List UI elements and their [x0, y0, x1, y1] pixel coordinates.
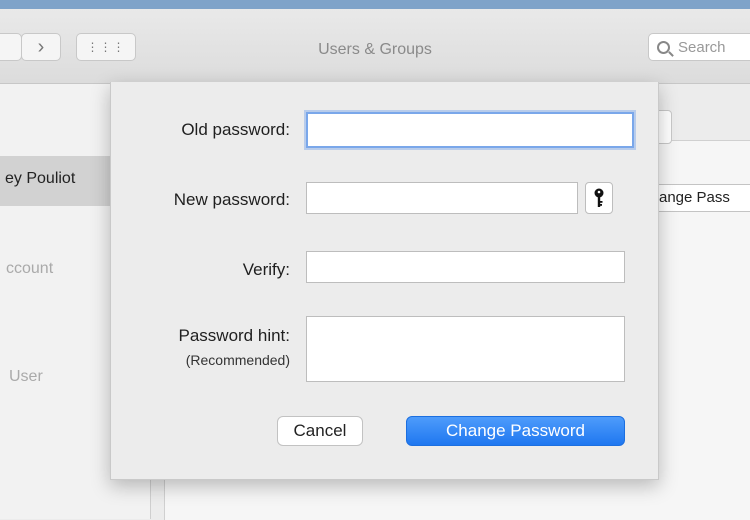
sidebar-item-user[interactable]: User [9, 368, 43, 386]
verify-label: Verify: [242, 260, 290, 279]
password-hint-label: Password hint: [178, 326, 291, 345]
password-assistant-button[interactable] [585, 182, 613, 214]
password-hint-field[interactable] [306, 316, 625, 382]
sidebar-item-account[interactable]: ccount [6, 260, 53, 278]
verify-field[interactable] [306, 251, 625, 283]
sidebar-item-label: ey Pouliot [5, 170, 76, 187]
new-password-field[interactable] [306, 182, 578, 214]
key-icon [594, 188, 604, 207]
old-password-field[interactable] [306, 112, 634, 148]
top-strip [0, 0, 750, 9]
search-field[interactable]: Search [648, 33, 750, 61]
new-password-label: New password: [173, 190, 290, 209]
window-title: Users & Groups [318, 41, 432, 58]
search-icon [657, 40, 670, 54]
old-password-label: Old password: [181, 120, 290, 139]
cancel-button[interactable]: Cancel [277, 416, 363, 446]
change-password-sheet: Old password: New password: Verify: Pass… [110, 82, 659, 480]
change-password-button[interactable]: Change Password [406, 416, 625, 446]
password-hint-sublabel: (Recommended) [185, 352, 290, 368]
background-change-password-button: ange Pass [652, 184, 750, 212]
window-toolbar: › ⋮⋮⋮ Users & Groups Search [0, 9, 750, 84]
search-placeholder: Search [678, 38, 726, 56]
